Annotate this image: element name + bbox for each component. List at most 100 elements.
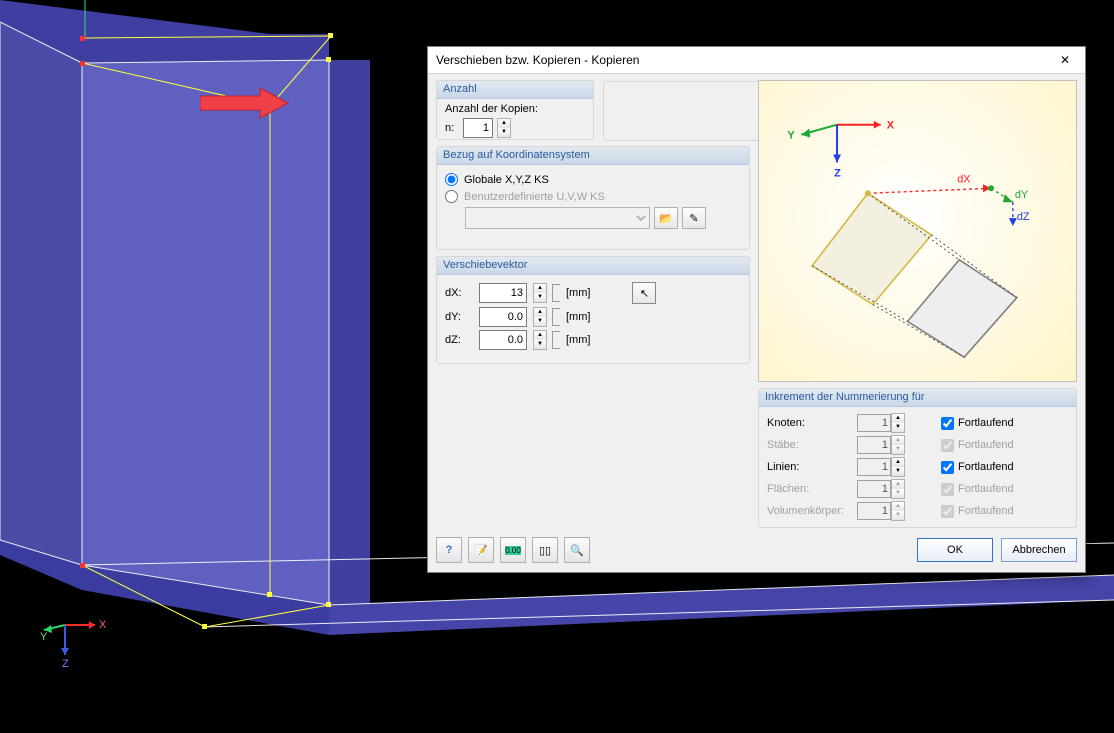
inc-label: Linien: — [767, 461, 857, 473]
edit-button[interactable]: 📝 — [468, 537, 494, 563]
legend-bezug: Bezug auf Koordinatensystem — [437, 147, 749, 165]
radio-user-label: Benutzerdefinierte U,V,W KS — [464, 191, 605, 203]
radio-global-label: Globale X,Y,Z KS — [464, 174, 549, 186]
chk-label: Fortlaufend — [958, 461, 1014, 473]
folder-icon: 📂 — [659, 212, 673, 225]
svg-text:Z: Z — [62, 658, 69, 670]
inc-row-staebe: Stäbe: ▲▼ Fortlaufend — [767, 435, 1068, 455]
inc-input[interactable] — [857, 458, 891, 476]
user-ks-select[interactable] — [465, 207, 650, 229]
chk-label: Fortlaufend — [958, 417, 1014, 429]
inc-spinner[interactable]: ▲▼ — [891, 457, 905, 477]
close-icon: ✕ — [1060, 53, 1070, 67]
radio-global-input[interactable] — [445, 173, 458, 186]
svg-text:Y: Y — [787, 130, 795, 142]
dx-unit: [mm] — [566, 287, 590, 299]
help-icon: ? — [446, 544, 453, 556]
help-button[interactable]: ? — [436, 537, 462, 563]
stepper-arrows[interactable] — [552, 284, 560, 302]
chk-flaechen — [941, 483, 954, 496]
annotation-arrow — [200, 86, 290, 120]
chk-volumen — [941, 505, 954, 518]
group-inkrement: Inkrement der Nummerierung für Knoten: ▲… — [758, 388, 1077, 528]
inc-input — [857, 480, 891, 498]
preview-canvas: X Y Z — [758, 80, 1077, 382]
svg-text:Z: Z — [834, 167, 841, 179]
svg-text:dX: dX — [957, 173, 971, 185]
dz-label: dZ: — [445, 334, 473, 346]
chk-knoten[interactable] — [941, 417, 954, 430]
stepper-arrows[interactable] — [552, 331, 560, 349]
radio-user-input[interactable] — [445, 190, 458, 203]
inc-spinner[interactable]: ▲▼ — [891, 413, 905, 433]
inc-label: Knoten: — [767, 417, 857, 429]
inc-checkbox: Fortlaufend — [941, 505, 1014, 518]
dialog-footer: ? 📝 0.00 ▯▯ 🔍 OK Abbrechen — [436, 536, 1077, 564]
inc-row-knoten: Knoten: ▲▼ Fortlaufend — [767, 413, 1068, 433]
legend-inkrement: Inkrement der Nummerierung für — [759, 389, 1076, 407]
dz-unit: [mm] — [566, 334, 590, 346]
ok-button[interactable]: OK — [917, 538, 993, 562]
open-ks-button[interactable]: 📂 — [654, 207, 678, 229]
extras-button[interactable]: ▯▯ — [532, 537, 558, 563]
n-input[interactable] — [463, 118, 493, 138]
inc-label: Volumenkörper: — [767, 505, 857, 517]
cancel-button[interactable]: Abbrechen — [1001, 538, 1077, 562]
inc-spinner: ▲▼ — [891, 501, 905, 521]
inc-checkbox: Fortlaufend — [941, 483, 1014, 496]
svg-text:X: X — [887, 120, 895, 132]
close-button[interactable]: ✕ — [1045, 47, 1085, 74]
chk-staebe — [941, 439, 954, 452]
chk-label: Fortlaufend — [958, 439, 1014, 451]
preview-svg: X Y Z — [759, 81, 1076, 381]
inc-label: Flächen: — [767, 483, 857, 495]
n-spinner[interactable]: ▲▼ — [497, 118, 511, 138]
dx-label: dX: — [445, 287, 473, 299]
inc-checkbox[interactable]: Fortlaufend — [941, 461, 1014, 474]
edit-icon: 📝 — [474, 544, 488, 557]
svg-text:Y: Y — [40, 631, 48, 643]
inc-spinner: ▲▼ — [891, 479, 905, 499]
dy-input[interactable] — [479, 307, 527, 327]
dz-spinner[interactable]: ▲▼ — [533, 330, 547, 350]
inc-label: Stäbe: — [767, 439, 857, 451]
pick-point-button[interactable]: ↖ — [632, 282, 656, 304]
dy-unit: [mm] — [566, 311, 590, 323]
legend-anzahl: Anzahl — [437, 81, 593, 99]
svg-text:dZ: dZ — [1017, 211, 1030, 223]
stepper-arrows[interactable] — [552, 308, 560, 326]
chk-label: Fortlaufend — [958, 505, 1014, 517]
inc-row-volumen: Volumenkörper: ▲▼ Fortlaufend — [767, 501, 1068, 521]
empty-group — [603, 81, 761, 141]
dx-input[interactable] — [479, 283, 527, 303]
inc-input[interactable] — [857, 414, 891, 432]
radio-user[interactable]: Benutzerdefinierte U,V,W KS — [445, 190, 741, 203]
inc-row-linien: Linien: ▲▼ Fortlaufend — [767, 457, 1068, 477]
group-anzahl: Anzahl Anzahl der Kopien: n: ▲▼ — [436, 80, 594, 140]
cursor-icon: ↖ — [640, 287, 649, 300]
new-ks-button[interactable]: ✎ — [682, 207, 706, 229]
column-icon: ▯▯ — [539, 544, 551, 557]
inc-spinner: ▲▼ — [891, 435, 905, 455]
dz-input[interactable] — [479, 330, 527, 350]
titlebar[interactable]: Verschieben bzw. Kopieren - Kopieren ✕ — [428, 47, 1085, 74]
dy-spinner[interactable]: ▲▼ — [533, 307, 547, 327]
inc-checkbox[interactable]: Fortlaufend — [941, 417, 1014, 430]
inc-input — [857, 502, 891, 520]
n-label: n: — [445, 122, 459, 134]
chk-linien[interactable] — [941, 461, 954, 474]
svg-text:X: X — [99, 619, 107, 631]
dialog-title: Verschieben bzw. Kopieren - Kopieren — [436, 53, 639, 67]
new-icon: ✎ — [689, 212, 698, 225]
group-vektor: Verschiebevektor dX: ▲▼ [mm] ↖ dY: ▲▼ — [436, 256, 750, 364]
inc-input — [857, 436, 891, 454]
dy-label: dY: — [445, 311, 473, 323]
radio-global[interactable]: Globale X,Y,Z KS — [445, 173, 741, 186]
units-button[interactable]: 0.00 — [500, 537, 526, 563]
chk-label: Fortlaufend — [958, 483, 1014, 495]
units-icon: 0.00 — [505, 546, 521, 555]
zoom-button[interactable]: 🔍 — [564, 537, 590, 563]
dx-spinner[interactable]: ▲▼ — [533, 283, 547, 303]
svg-text:dY: dY — [1015, 189, 1029, 201]
inc-checkbox: Fortlaufend — [941, 439, 1014, 452]
